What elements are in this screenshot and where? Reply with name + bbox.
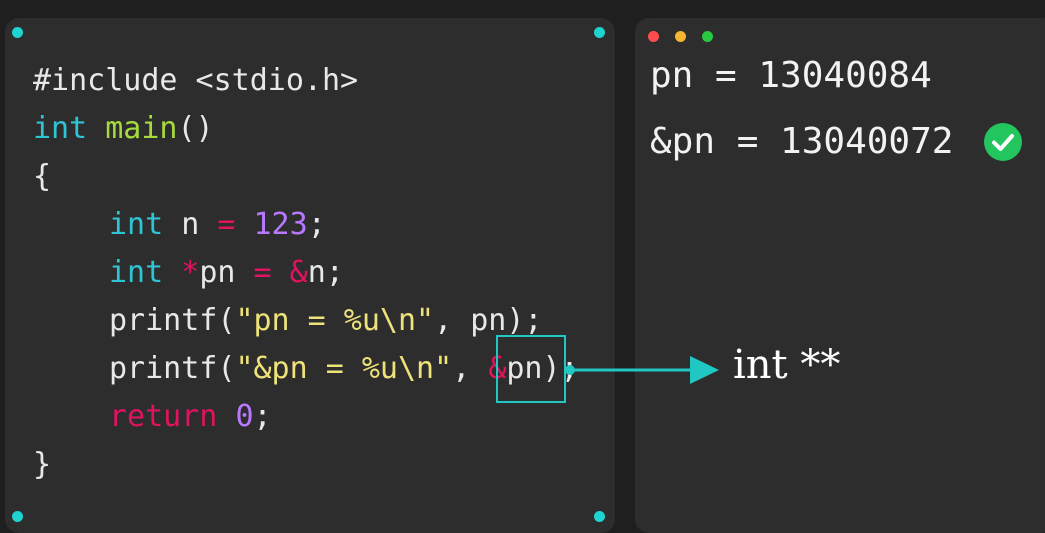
arrow-right-icon (565, 356, 719, 384)
type-annotation-label: int ** (733, 342, 841, 388)
